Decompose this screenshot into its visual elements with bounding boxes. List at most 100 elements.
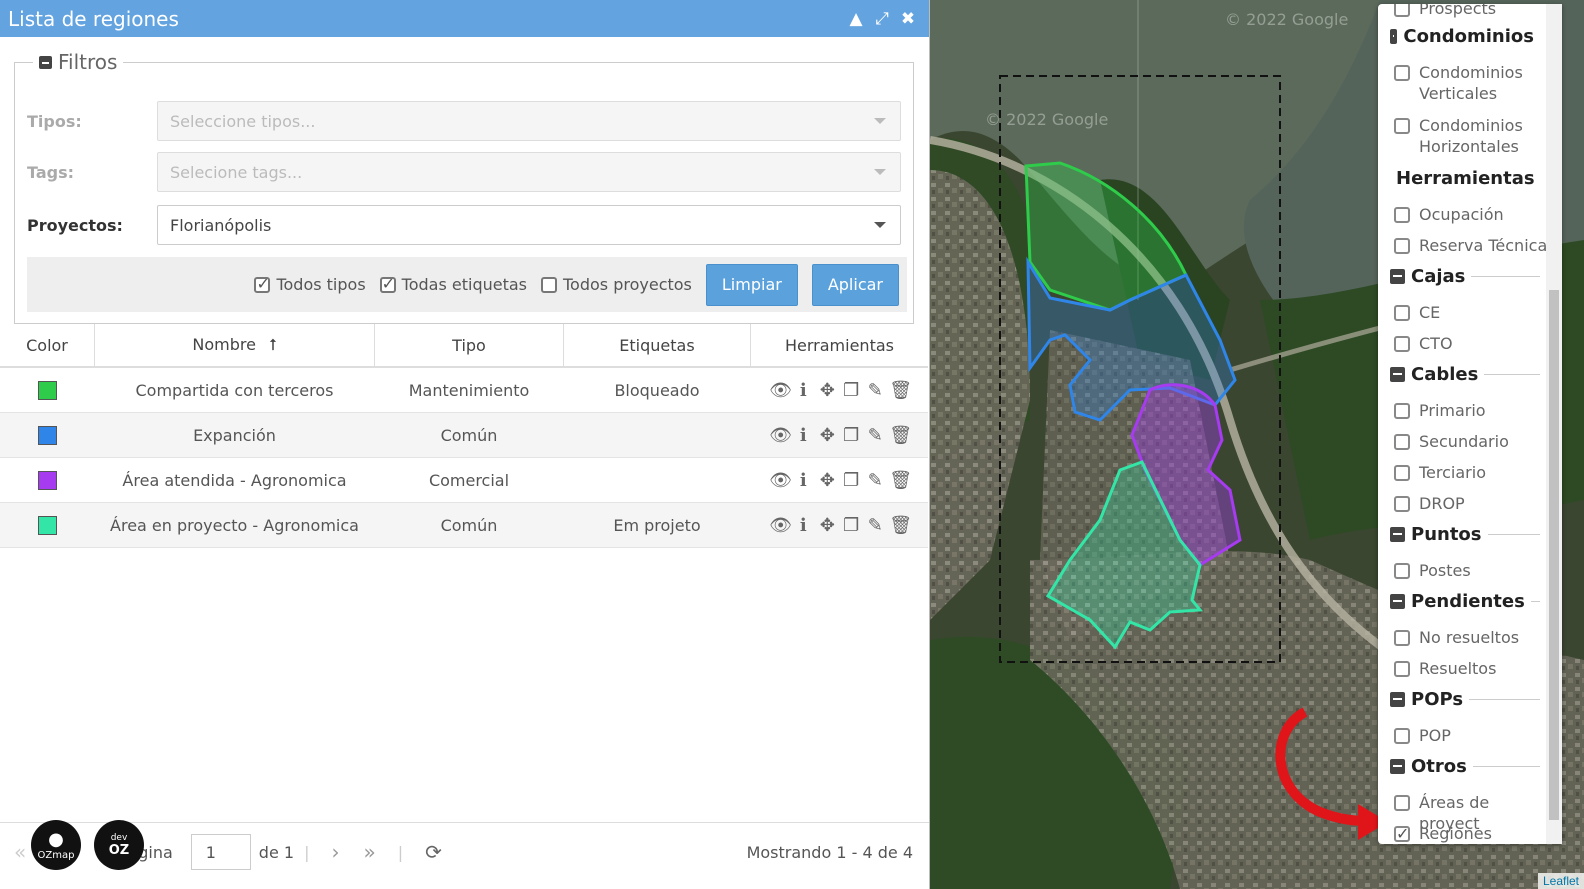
table-row[interactable]: Expanción Común 👁 i ✥ ❐ ✎ 🗑 [0,412,928,458]
copy-icon[interactable]: ❐ [841,515,861,536]
layer-group-condominios[interactable]: Condominios [1390,26,1540,47]
todos-proyectos-checkbox[interactable]: Todos proyectos [541,275,692,294]
layer-checkbox[interactable] [1394,661,1410,677]
layer-item[interactable]: CE [1394,302,1554,323]
layer-checkbox[interactable] [1394,305,1410,321]
leaflet-attribution-link[interactable]: Leaflet [1537,873,1584,889]
collapse-icon[interactable]: ▲ [843,9,869,29]
info-icon[interactable]: i [793,515,813,536]
layer-item[interactable]: Terciario [1394,462,1554,483]
info-icon[interactable]: i [793,470,813,491]
header-color[interactable]: Color [0,324,95,368]
ozmap-logo[interactable]: ● OZmap [31,820,81,870]
eye-icon[interactable]: 👁 [769,470,792,491]
layer-checkbox[interactable] [1394,65,1410,81]
layer-group-otros[interactable]: Otros [1390,756,1540,777]
collapse-group-icon[interactable] [1390,367,1405,382]
eye-icon[interactable]: 👁 [769,515,792,536]
table-row[interactable]: Área atendida - Agronomica Comercial 👁 i ✥ ❐ ✎… [0,457,928,503]
table-row[interactable]: Área en proyecto - Agronomica Común Em pro… [0,502,928,548]
devoz-logo[interactable]: dev OZ [94,820,144,870]
layer-item[interactable]: POP [1394,725,1554,746]
trash-icon[interactable]: 🗑 [889,425,912,446]
layer-item[interactable]: Postes [1394,560,1554,581]
aplicar-button[interactable]: Aplicar [811,263,899,306]
edit-icon[interactable]: ✎ [865,380,885,401]
collapse-group-icon[interactable] [1390,29,1398,44]
page-number-input[interactable]: 1 [190,834,251,870]
close-icon[interactable]: ✖ [895,9,921,29]
move-icon[interactable]: ✥ [817,380,837,401]
layer-item[interactable]: Primario [1394,400,1554,421]
layer-item[interactable]: CTO [1394,333,1554,354]
layer-group-pops[interactable]: POPs [1390,689,1540,710]
last-page-icon[interactable]: » [363,840,375,864]
layer-checkbox[interactable] [1394,823,1410,844]
layer-item[interactable]: DROP [1394,493,1554,514]
expand-icon[interactable]: ⤢ [869,9,895,29]
eye-icon[interactable]: 👁 [769,425,792,446]
layer-checkbox[interactable] [1394,795,1410,811]
layer-item[interactable]: No resueltos [1394,627,1554,648]
layer-item-prospects[interactable]: Prospects [1394,4,1554,19]
checkbox-unchecked-icon[interactable] [541,276,557,293]
layer-item[interactable]: Condominios Horizontales [1394,115,1554,157]
copy-icon[interactable]: ❐ [841,425,861,446]
checkbox-checked-icon[interactable] [379,274,396,293]
layer-checkbox[interactable] [1394,465,1410,481]
trash-icon[interactable]: 🗑 [889,380,912,401]
proyectos-select[interactable]: Florianópolis [157,205,901,245]
edit-icon[interactable]: ✎ [865,470,885,491]
layer-item[interactable]: Ocupación [1394,204,1554,225]
layer-checkbox[interactable] [1394,403,1410,419]
trash-icon[interactable]: 🗑 [889,515,912,536]
move-icon[interactable]: ✥ [817,515,837,536]
header-nombre[interactable]: Nombre ⭡ [94,324,375,368]
tipos-select[interactable]: Seleccione tipos... [157,101,901,141]
layer-checkbox[interactable] [1394,496,1410,512]
layer-checkbox[interactable] [1394,434,1410,450]
layer-item[interactable]: Regiones [1394,823,1554,844]
collapse-filters-icon[interactable] [39,55,52,69]
next-page-icon[interactable]: › [331,840,339,864]
layer-group-puntos[interactable]: Puntos [1390,524,1540,545]
layer-group-pendientes[interactable]: Pendientes [1390,591,1540,612]
layer-group-herramientas[interactable]: Herramientas [1390,168,1540,189]
info-icon[interactable]: i [793,380,813,401]
sort-asc-icon[interactable]: ⭡ [269,335,277,354]
limpiar-button[interactable]: Limpiar [705,263,798,306]
collapse-group-icon[interactable] [1390,692,1405,707]
collapse-group-icon[interactable] [1390,594,1405,609]
layer-item[interactable]: Resueltos [1394,658,1554,679]
layer-checkbox[interactable] [1394,630,1410,646]
copy-icon[interactable]: ❐ [841,470,861,491]
layer-checkbox[interactable] [1394,4,1410,17]
header-tipo[interactable]: Tipo [374,324,564,368]
filters-legend[interactable]: Filtros [33,50,124,74]
layer-item[interactable]: Secundario [1394,431,1554,452]
layer-checkbox[interactable] [1394,238,1410,254]
header-etiquetas[interactable]: Etiquetas [563,324,751,368]
first-page-icon[interactable]: « [14,840,26,864]
layer-checkbox[interactable] [1394,207,1410,223]
table-row[interactable]: Compartida con terceros Mantenimiento Bloq… [0,367,928,413]
layer-checkbox[interactable] [1394,728,1410,744]
refresh-icon[interactable]: ⟳ [425,840,442,864]
move-icon[interactable]: ✥ [817,425,837,446]
collapse-group-icon[interactable] [1390,269,1405,284]
trash-icon[interactable]: 🗑 [889,470,912,491]
layer-group-cajas[interactable]: Cajas [1390,266,1540,287]
layer-item[interactable]: Reserva Técnica [1394,235,1554,256]
tags-select[interactable]: Selecione tags... [157,152,901,192]
collapse-group-icon[interactable] [1390,527,1405,542]
info-icon[interactable]: i [793,425,813,446]
todos-tipos-checkbox[interactable]: Todos tipos [254,274,366,294]
layers-control[interactable]: Prospects Condominios Condominios Vertica… [1378,4,1562,844]
checkbox-checked-icon[interactable] [254,274,271,293]
layer-checkbox[interactable] [1394,563,1410,579]
layer-checkbox[interactable] [1394,118,1410,134]
layer-checkbox[interactable] [1394,336,1410,352]
layer-group-cables[interactable]: Cables [1390,364,1540,385]
copy-icon[interactable]: ❐ [841,380,861,401]
eye-icon[interactable]: 👁 [769,380,792,401]
